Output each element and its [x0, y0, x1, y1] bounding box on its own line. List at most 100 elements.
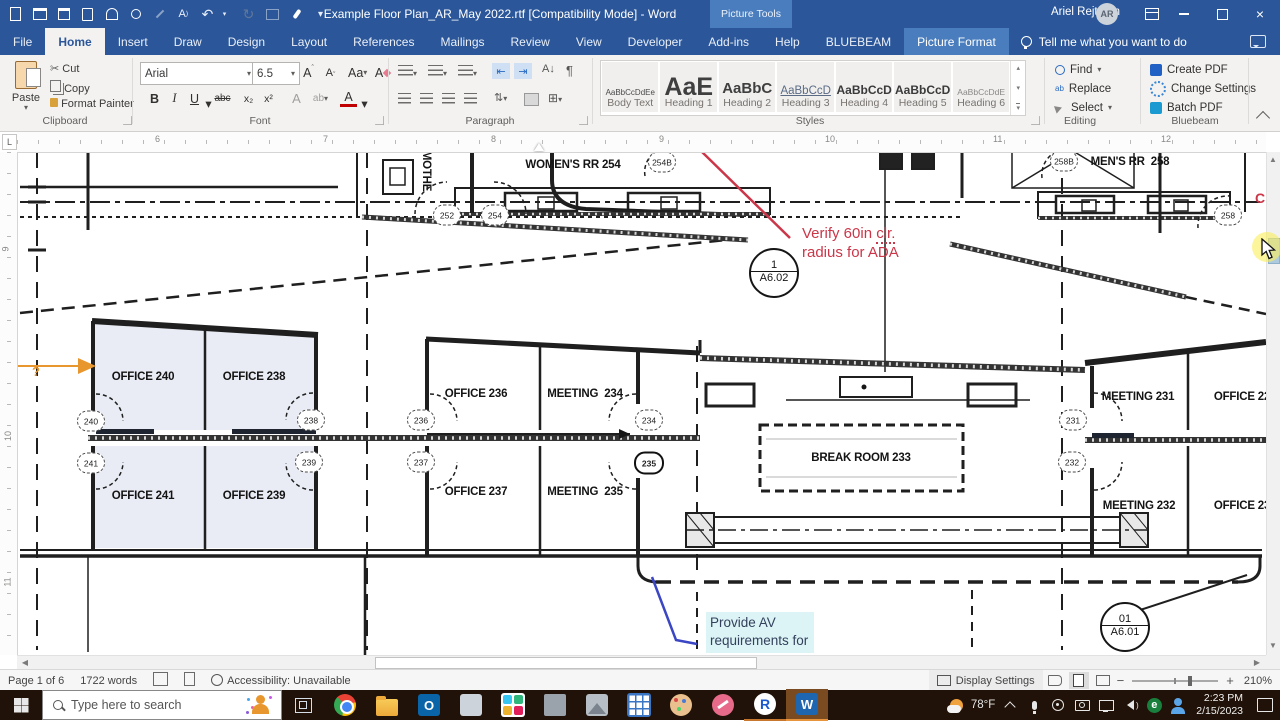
tab-mailings[interactable]: Mailings [427, 28, 497, 55]
show-marks-button[interactable]: ¶ [566, 63, 573, 78]
align-center-button[interactable] [420, 93, 433, 107]
tab-developer[interactable]: Developer [615, 28, 696, 55]
zoom-out-icon[interactable]: − [1115, 673, 1127, 688]
taskbar-notes-app[interactable] [450, 690, 492, 720]
borders-button[interactable]: ⊞▾ [548, 91, 562, 105]
taskbar-chrome[interactable] [324, 690, 366, 720]
font-dialog-launcher[interactable] [375, 116, 384, 125]
tab-home[interactable]: Home [45, 28, 105, 55]
tab-picture-format[interactable]: Picture Format [904, 28, 1009, 55]
taskbar-slack[interactable] [492, 690, 534, 720]
avatar[interactable]: AR [1096, 3, 1118, 25]
collapse-ribbon-icon[interactable] [1255, 110, 1271, 126]
grow-font-button[interactable]: Aˆ [300, 63, 317, 82]
tab-references[interactable]: References [340, 28, 427, 55]
style-heading-2[interactable]: AaBbC Heading 2 [718, 62, 776, 112]
scroll-left-icon[interactable]: ◀ [20, 658, 30, 667]
find-button[interactable]: Find ▾ [1055, 61, 1101, 78]
zoom-slider-thumb[interactable] [1188, 675, 1193, 686]
zoom-slider[interactable] [1132, 675, 1219, 686]
copy-button[interactable]: Copy [50, 80, 90, 95]
tab-design[interactable]: Design [215, 28, 278, 55]
search-input[interactable]: Type here to search [42, 690, 282, 720]
start-button[interactable] [0, 690, 42, 720]
taskbar-outlook[interactable]: O [408, 690, 450, 720]
change-settings-button[interactable]: Change Settings [1150, 80, 1256, 97]
font-color-button[interactable]: A [340, 89, 357, 107]
shading-button[interactable] [524, 93, 539, 106]
align-left-button[interactable] [398, 93, 411, 107]
tab-help[interactable]: Help [762, 28, 813, 55]
task-view-button[interactable] [282, 690, 324, 720]
clock[interactable]: 2:23 PM 2/15/2023 [1196, 692, 1243, 718]
style-heading-1[interactable]: AaE Heading 1 [660, 62, 717, 112]
horizontal-ruler[interactable] [17, 131, 1266, 153]
tab-layout[interactable]: Layout [278, 28, 340, 55]
taskbar-bluebeam[interactable]: R [744, 689, 786, 721]
bullets-button[interactable]: ▾ [398, 65, 417, 79]
decrease-indent-button[interactable]: ⇤ [492, 63, 510, 79]
batch-pdf-button[interactable]: Batch PDF [1150, 99, 1223, 116]
paste-button[interactable]: Paste ▾ [8, 61, 44, 112]
tell-me-box[interactable]: Tell me what you want to do [1009, 28, 1199, 55]
replace-button[interactable]: ab Replace [1055, 80, 1111, 97]
numbering-button[interactable]: ▾ [428, 65, 447, 79]
scroll-right-icon[interactable]: ▶ [1252, 658, 1262, 667]
styles-scroll-down-icon[interactable]: ▾ [1016, 84, 1020, 92]
format-painter-button[interactable]: Format Painter [50, 98, 134, 110]
taskbar-app-cube[interactable] [534, 690, 576, 720]
taskbar-spreadsheet[interactable] [618, 690, 660, 720]
line-spacing-button[interactable]: ⇅▾ [494, 91, 507, 104]
taskbar-paint[interactable] [660, 690, 702, 720]
zoom-level[interactable]: 210% [1236, 675, 1280, 687]
superscript-button[interactable]: x² [260, 89, 277, 108]
font-family-select[interactable]: Arial ▾ [140, 62, 256, 85]
tray-display[interactable] [1097, 694, 1115, 716]
scroll-up-icon[interactable]: ▲ [1267, 155, 1279, 164]
tab-insert[interactable]: Insert [105, 28, 161, 55]
indent-marker[interactable] [534, 143, 544, 151]
minimize-button[interactable] [1164, 0, 1204, 28]
proofing-icon[interactable] [145, 672, 176, 689]
highlight-button[interactable]: ab ▾ [312, 89, 329, 108]
web-layout-button[interactable] [1093, 672, 1113, 689]
cut-button[interactable]: ✂ Cut [50, 62, 79, 75]
tray-contact[interactable] [1169, 694, 1187, 716]
styles-more-icon[interactable]: ▾ [1016, 103, 1020, 112]
bold-button[interactable]: B [146, 89, 163, 108]
taskbar-word-active[interactable]: W [786, 689, 828, 721]
horizontal-scroll-thumb[interactable] [375, 657, 757, 669]
justify-button[interactable] [464, 93, 477, 107]
page-indicator[interactable]: Page 1 of 6 [0, 675, 72, 687]
macro-recording-icon[interactable] [176, 672, 203, 689]
change-case-button[interactable]: Aa ▾ [348, 63, 367, 82]
tab-view[interactable]: View [563, 28, 615, 55]
close-button[interactable]: × [1240, 0, 1280, 28]
style-heading-3[interactable]: AaBbCcD Heading 3 [777, 62, 834, 112]
taskbar-photos[interactable] [576, 690, 618, 720]
search-highlights-icon[interactable] [247, 695, 273, 715]
tray-camera[interactable] [1073, 694, 1091, 716]
print-layout-button[interactable] [1068, 672, 1089, 689]
select-button[interactable]: Select ▾ [1053, 99, 1112, 116]
shrink-font-button[interactable]: Aˇ [322, 63, 339, 82]
weather-button[interactable]: 78°F [946, 694, 995, 716]
create-pdf-button[interactable]: Create PDF [1150, 61, 1228, 78]
style-body-text[interactable]: AaBbCcDdEe Body Text [602, 62, 659, 112]
sort-button[interactable]: A↓ [542, 63, 555, 75]
tray-volume[interactable]: ) [1121, 694, 1139, 716]
text-effects-button[interactable]: A [288, 89, 305, 108]
tab-file[interactable]: File [0, 28, 45, 55]
increase-indent-button[interactable]: ⇥ [514, 63, 532, 79]
taskbar-file-explorer[interactable] [366, 690, 408, 720]
word-count[interactable]: 1722 words [72, 675, 145, 687]
vertical-scrollbar[interactable] [1266, 152, 1280, 655]
tab-review[interactable]: Review [498, 28, 563, 55]
display-settings-button[interactable]: Display Settings [928, 670, 1043, 691]
scroll-down-icon[interactable]: ▼ [1267, 641, 1279, 650]
taskbar-pink-app[interactable] [702, 690, 744, 720]
tray-expand-button[interactable] [1001, 694, 1019, 716]
tray-edge[interactable]: e [1145, 694, 1163, 716]
paragraph-dialog-launcher[interactable] [579, 116, 588, 125]
style-heading-5[interactable]: AaBbCcD Heading 5 [894, 62, 951, 112]
